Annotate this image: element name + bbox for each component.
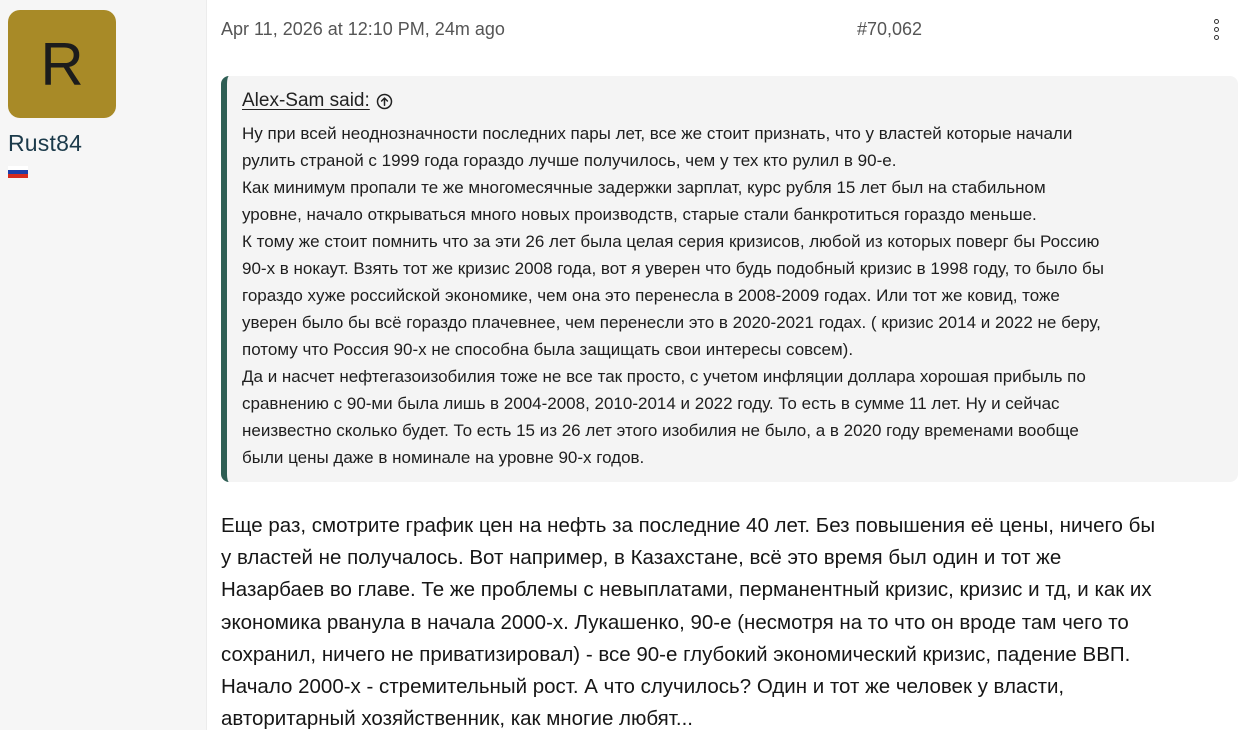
post-date[interactable]: Apr 11, 2026 at 12:10 PM, 24m ago	[221, 19, 505, 40]
avatar-letter: R	[40, 30, 84, 98]
quote-body: Ну при всей неоднозначности последних па…	[242, 120, 1224, 471]
avatar[interactable]: R	[8, 10, 116, 118]
quote-line: Ну при всей неоднозначности последних па…	[242, 124, 1073, 143]
quote-line: гораздо хуже российской экономике, чем о…	[242, 286, 1060, 305]
quote-line: потому что Россия 90-х не способна была …	[242, 340, 854, 359]
username[interactable]: Rust84	[8, 130, 82, 157]
message-line: Еще раз, смотрите график цен на нефть за…	[221, 514, 1156, 537]
arrow-up-circle-icon[interactable]	[376, 93, 393, 110]
quote-line: уровне, начало открываться много новых п…	[242, 205, 1037, 224]
quote-line: уверен было бы всё гораздо плачевнее, че…	[242, 313, 1101, 332]
quote-line: рулить страной с 1999 года гораздо лучше…	[242, 151, 897, 170]
quote-line: были цены даже в номинале на уровне 90-х…	[242, 448, 645, 467]
quote-block: Alex-Sam said: Ну при всей неоднозначнос…	[221, 76, 1238, 482]
quote-author[interactable]: Alex-Sam said:	[242, 90, 370, 112]
quote-line: 90-х в нокаут. Взять тот же кризис 2008 …	[242, 259, 1104, 278]
post-message: Еще раз, смотрите график цен на нефть за…	[221, 510, 1233, 735]
message-line: Назарбаев во главе. Те же проблемы с нев…	[221, 578, 1152, 602]
quote-line: К тому же стоит помнить что за эти 26 ле…	[242, 232, 1100, 251]
quote-author-link[interactable]: Alex-Sam said:	[242, 90, 393, 112]
user-sidebar: R Rust84	[0, 0, 207, 730]
quote-line: сравнению с 90-ми была лишь в 2004-2008,…	[242, 394, 1060, 413]
message-line: у властей не получалось. Вот например, в…	[221, 546, 1062, 570]
message-line: Начало 2000-х - стремительный рост. А чт…	[221, 675, 1065, 699]
vertical-ellipsis-icon[interactable]	[1206, 16, 1226, 42]
quote-line: Как минимум пропали те же многомесячные …	[242, 178, 1046, 197]
quote-line: Да и насчет нефтегазоизобилия тоже не вс…	[242, 367, 1086, 386]
message-line: сохранил, ничего не приватизировал) - вс…	[221, 642, 1131, 666]
message-line: экономика рванула в начала 2000-х. Лукаш…	[221, 610, 1129, 634]
post-number[interactable]: #70,062	[857, 19, 922, 40]
russia-flag-icon	[8, 166, 28, 178]
message-line: авторитарный хозяйственник, как многие л…	[221, 707, 693, 731]
quote-line: неизвестно сколько будет. То есть 15 из …	[242, 421, 1079, 440]
